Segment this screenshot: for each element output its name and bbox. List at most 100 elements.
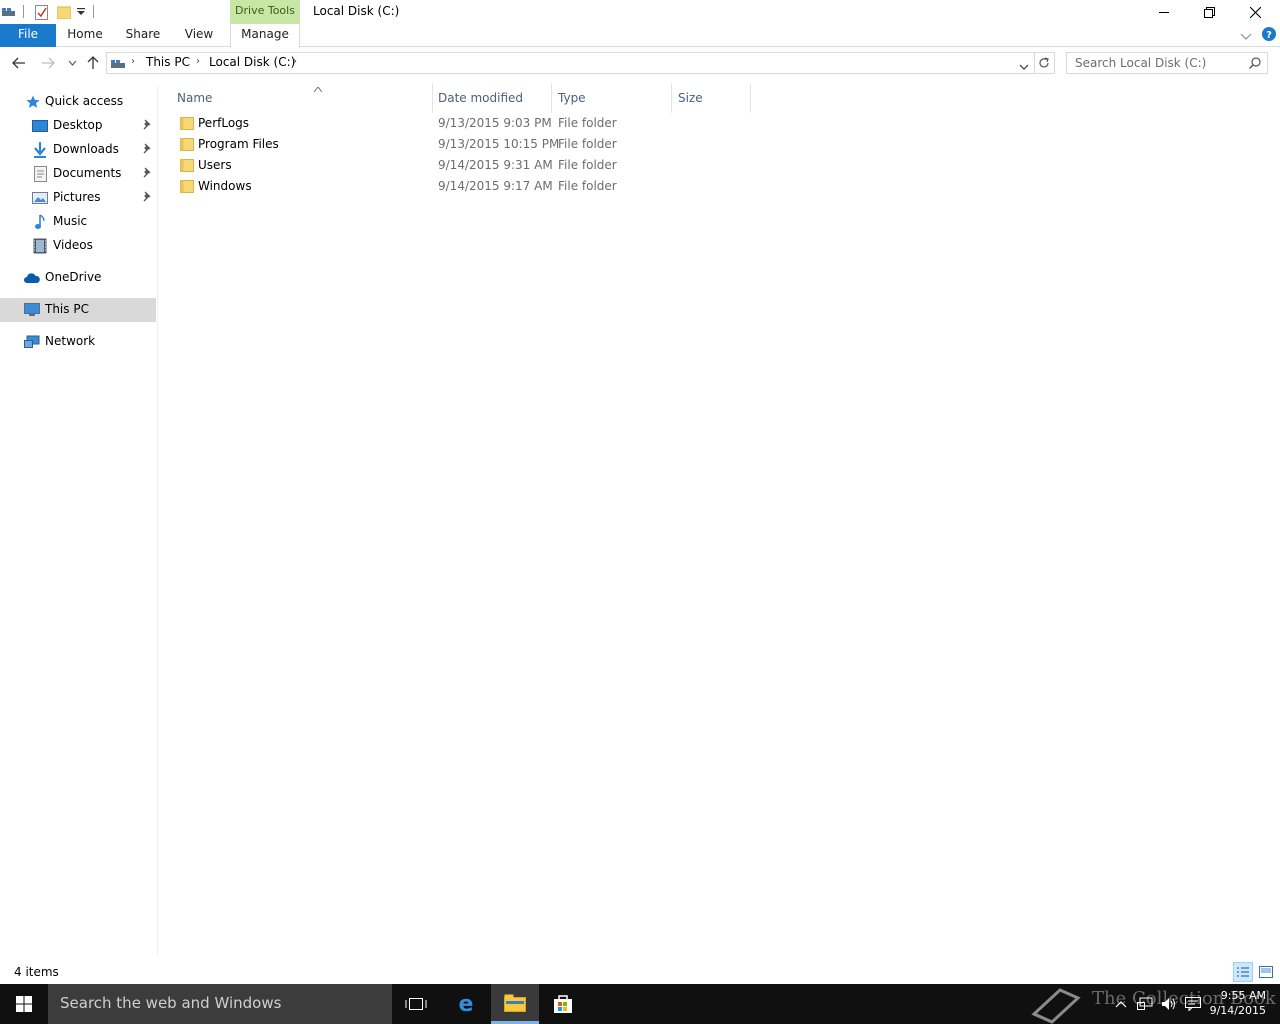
file-explorer-button[interactable] [491,984,539,1024]
pin-icon[interactable] [142,191,154,205]
folder-icon [180,159,194,172]
start-button[interactable] [0,984,48,1024]
chevron-right-icon[interactable]: › [131,56,135,67]
ribbon: File Home Share View Manage ? [0,24,1280,48]
taskbar-search-input[interactable]: Search the web and Windows [48,984,392,1024]
address-bar[interactable]: › This PC › Local Disk (C:) › [106,52,1035,74]
nav-network[interactable]: Network [0,330,156,354]
tab-file[interactable]: File [0,24,56,47]
show-hidden-icons-icon[interactable] [1112,996,1130,1012]
file-explorer-icon [504,994,526,1012]
table-row[interactable]: Users 9/14/2015 9:31 AM File folder [176,155,617,176]
store-button[interactable] [539,984,587,1024]
pictures-icon [32,190,48,206]
close-button[interactable] [1232,0,1278,24]
music-icon [32,214,48,230]
tab-view[interactable]: View [178,24,220,47]
folder-icon [180,117,194,130]
search-input[interactable]: Search Local Disk (C:) [1066,52,1268,74]
sort-ascending-icon [314,87,322,92]
chevron-right-icon[interactable]: › [293,56,297,67]
table-row[interactable]: Windows 9/14/2015 9:17 AM File folder [176,176,617,197]
nav-downloads[interactable]: Downloads [0,138,156,162]
address-history-icon[interactable] [1019,59,1029,73]
windows-logo-icon [16,996,32,1012]
nav-label: OneDrive [45,270,102,284]
details-view-icon [1237,967,1249,977]
tab-share[interactable]: Share [120,24,166,47]
nav-label: Quick access [45,94,124,108]
network-icon [24,334,40,350]
nav-this-pc[interactable]: This PC [0,298,156,322]
forward-icon[interactable] [38,53,58,73]
watermark-book-icon [1031,988,1081,1024]
star-icon [25,94,41,110]
column-header-date[interactable]: Date modified [433,86,551,108]
tab-manage[interactable]: Manage [230,24,300,48]
table-row[interactable]: PerfLogs 9/13/2015 9:03 PM File folder [176,113,617,134]
recent-locations-icon[interactable] [62,53,82,73]
refresh-button[interactable] [1034,52,1055,74]
new-folder-icon[interactable] [56,4,72,20]
taskbar-clock[interactable]: 9:55 AM 9/14/2015 [1208,988,1266,1018]
file-name: Users [198,158,232,172]
tab-home[interactable]: Home [62,24,108,47]
nav-music[interactable]: Music [0,210,156,234]
clock-date: 9/14/2015 [1209,1004,1266,1017]
column-header-type[interactable]: Type [552,86,671,108]
file-type: File folder [558,137,617,151]
nav-documents[interactable]: Documents [0,162,156,186]
folder-icon [180,180,194,193]
edge-icon: e [459,994,474,1014]
file-date: 9/14/2015 9:31 AM [438,158,553,172]
action-center-icon[interactable] [1184,996,1202,1012]
nav-pictures[interactable]: Pictures [0,186,156,210]
breadcrumb-this-pc[interactable]: This PC [146,55,190,69]
pin-icon[interactable] [142,119,154,133]
customize-quick-access-icon[interactable] [74,4,88,20]
large-icons-view-button[interactable] [1256,962,1276,982]
taskbar: Search the web and Windows e The Collect… [0,984,1280,1024]
nav-onedrive[interactable]: OneDrive [0,266,156,290]
network-tray-icon[interactable] [1136,996,1154,1012]
task-view-button[interactable] [392,984,440,1024]
column-divider[interactable] [750,83,751,113]
drive-tools-context-tab: Drive Tools [230,0,300,24]
nav-label: Downloads [53,142,119,156]
back-icon[interactable] [9,53,29,73]
taskbar-search-placeholder: Search the web and Windows [60,994,282,1012]
edge-button[interactable]: e [442,984,490,1024]
search-icon [1249,57,1261,72]
computer-icon [24,302,40,318]
nav-quick-access[interactable]: Quick access [0,90,156,114]
item-count: 4 items [14,965,59,979]
table-row[interactable]: Program Files 9/13/2015 10:15 PM File fo… [176,134,617,155]
large-icons-view-icon [1259,966,1273,978]
up-icon[interactable] [83,53,103,73]
nav-videos[interactable]: Videos [0,234,156,258]
nav-label: Videos [53,238,93,252]
nav-label: Network [45,334,96,348]
store-icon [554,995,572,1013]
drive-icon[interactable] [2,4,16,20]
nav-label: Music [53,214,88,228]
file-name: Windows [198,179,252,193]
desktop-icon [32,118,48,134]
column-header-name[interactable]: Name [176,86,432,108]
file-type: File folder [558,116,617,130]
breadcrumb-local-disk[interactable]: Local Disk (C:) [209,55,295,69]
pin-icon[interactable] [142,143,154,157]
volume-icon[interactable] [1160,996,1178,1012]
restore-button[interactable] [1186,0,1232,24]
nav-desktop[interactable]: Desktop [0,114,156,138]
pin-icon[interactable] [142,167,154,181]
search-placeholder: Search Local Disk (C:) [1075,56,1207,70]
expand-ribbon-icon[interactable] [1240,30,1252,44]
column-header-size[interactable]: Size [672,86,750,108]
help-icon[interactable]: ? [1262,27,1276,44]
properties-icon[interactable] [33,4,49,20]
minimize-button[interactable] [1141,0,1187,24]
details-view-button[interactable] [1233,962,1253,982]
chevron-right-icon[interactable]: › [196,56,200,67]
file-date: 9/14/2015 9:17 AM [438,179,553,193]
